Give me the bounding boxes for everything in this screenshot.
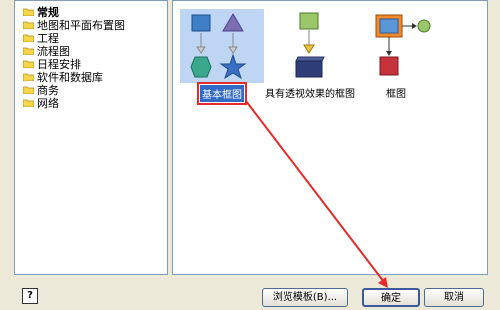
folder-icon bbox=[23, 47, 34, 55]
folder-icon bbox=[23, 86, 34, 94]
folder-icon bbox=[23, 21, 34, 29]
template-label: 具有透视效果的框图 bbox=[265, 89, 355, 100]
block-diagram-icon bbox=[353, 9, 439, 83]
template-block-diagram[interactable]: 框图 bbox=[353, 9, 439, 100]
folder-open-icon bbox=[23, 8, 34, 16]
perspective-block-icon bbox=[265, 9, 351, 83]
folder-icon bbox=[23, 60, 34, 68]
folder-icon bbox=[23, 34, 34, 42]
template-perspective-block[interactable]: 具有透视效果的框图 bbox=[265, 9, 355, 100]
help-button[interactable]: ? bbox=[22, 288, 38, 304]
basic-shapes-icon bbox=[180, 9, 264, 83]
tree-item-network[interactable]: 网络 bbox=[23, 96, 59, 110]
ok-button[interactable]: 确定 bbox=[362, 288, 420, 307]
template-panel[interactable]: 基本框图 具有透视效果的框图 框图 bbox=[172, 0, 488, 275]
template-label: 基本框图 bbox=[197, 82, 247, 105]
template-basic-block[interactable]: 基本框图 bbox=[179, 9, 265, 105]
template-label: 框图 bbox=[386, 89, 406, 100]
browse-templates-button[interactable]: 浏览模板(B)... bbox=[262, 288, 348, 307]
tree-item-label: 网络 bbox=[37, 96, 59, 110]
category-tree[interactable]: 常规 地图和平面布置图 工程 流程图 日程安排 软件和数据库 商务 网络 bbox=[14, 0, 168, 275]
folder-icon bbox=[23, 99, 34, 107]
tree-item-software[interactable]: 软件和数据库 bbox=[23, 70, 103, 84]
folder-icon bbox=[23, 73, 34, 81]
cancel-button[interactable]: 取消 bbox=[424, 288, 484, 307]
